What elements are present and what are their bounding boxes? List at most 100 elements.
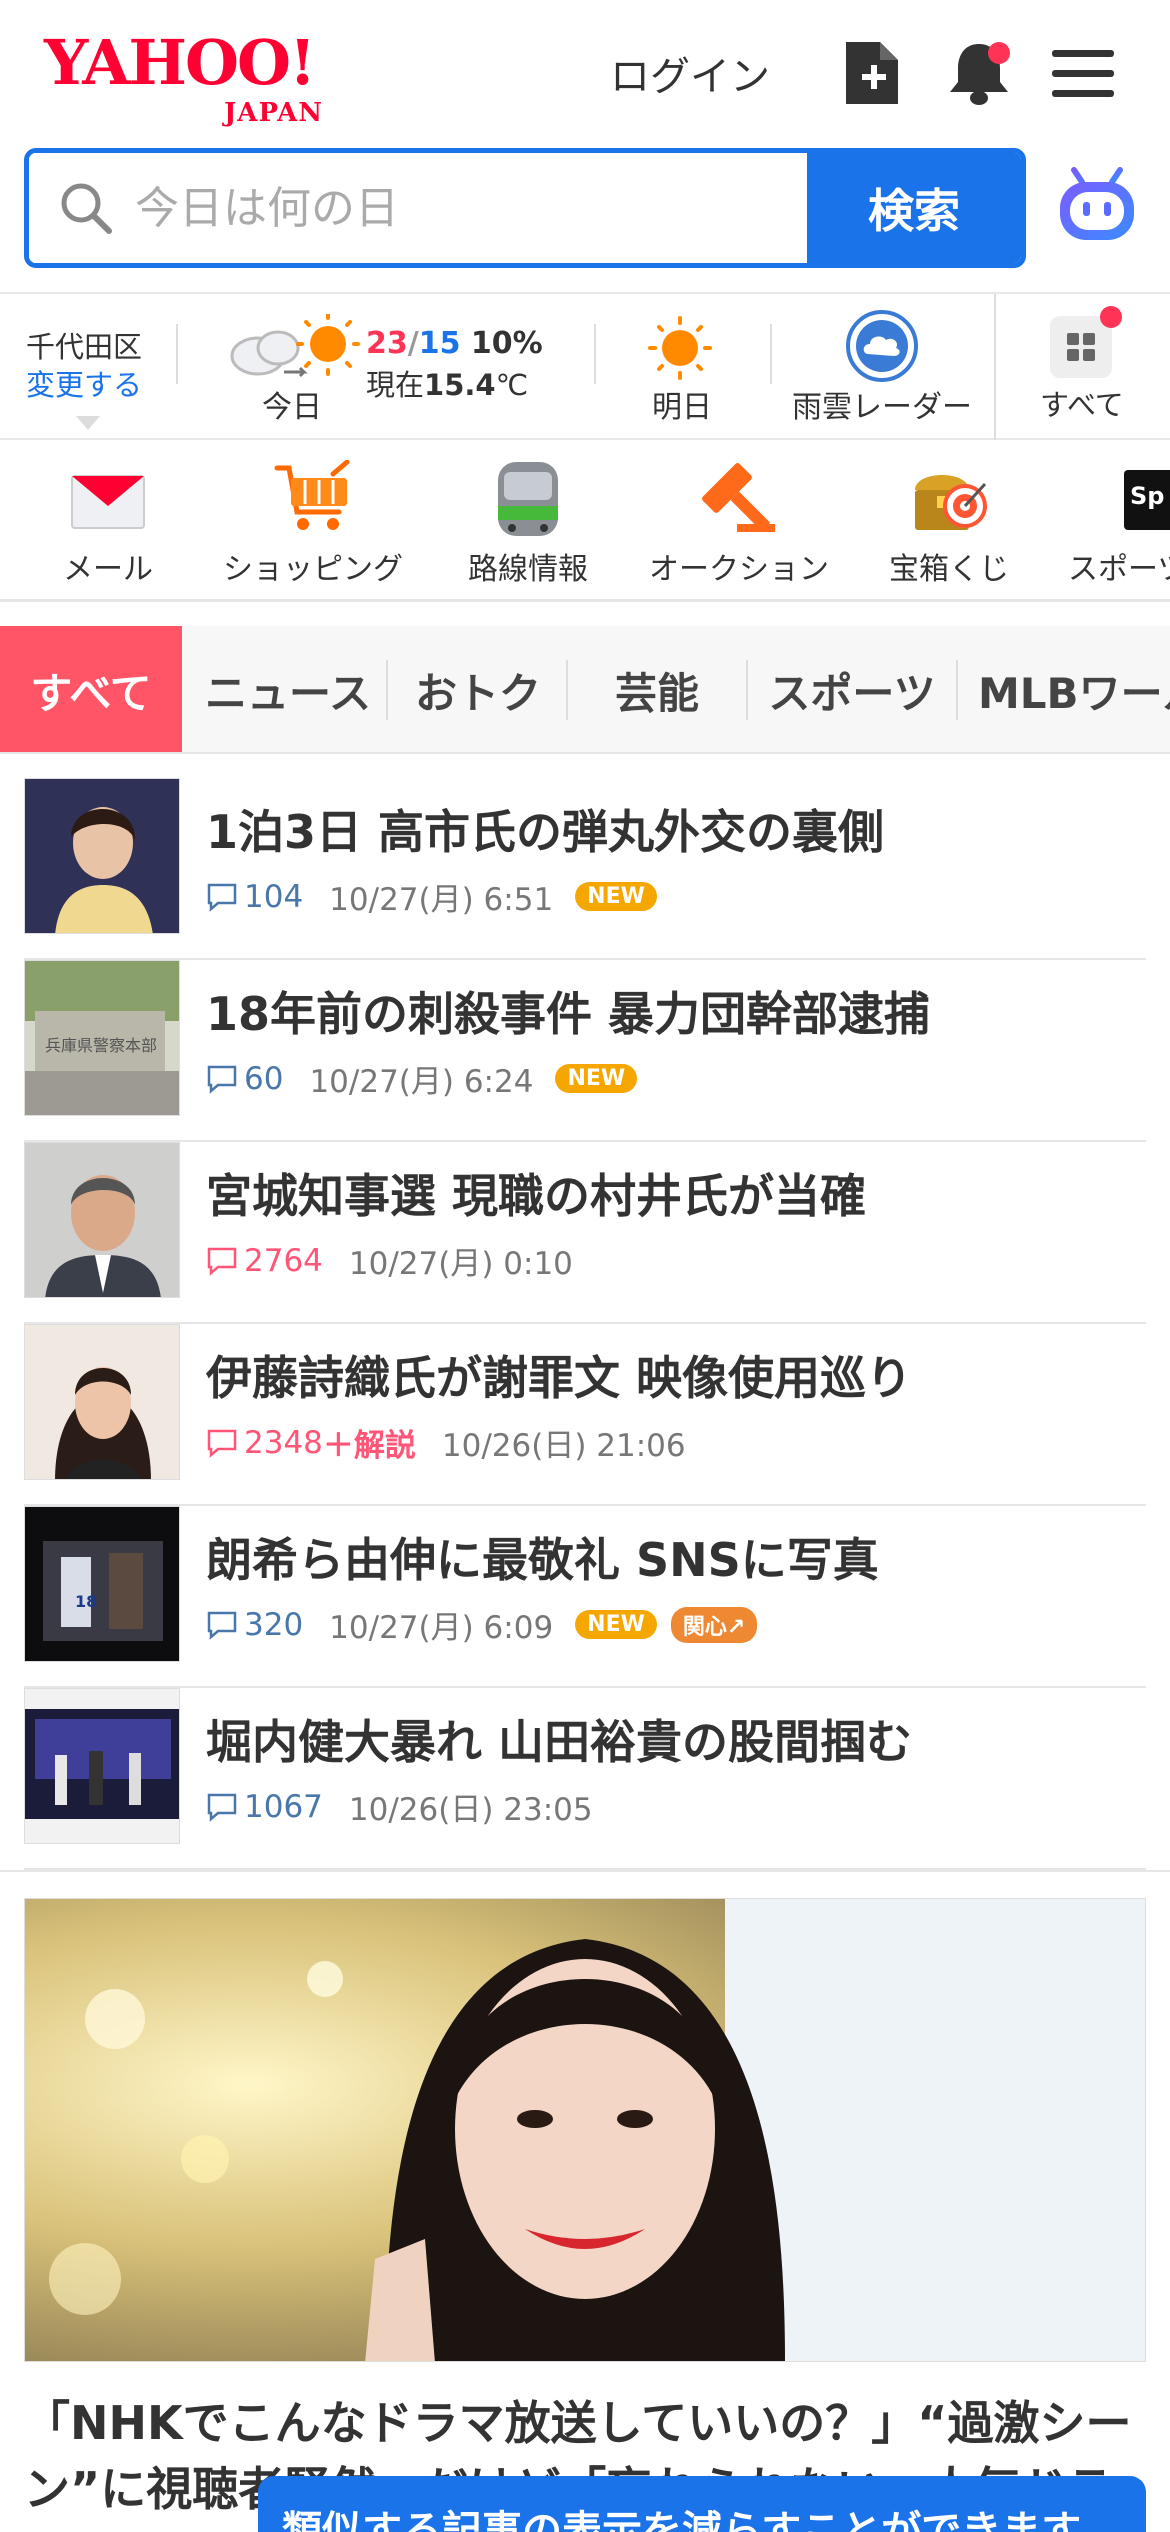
weather-bar: 千代田区 変更する 今日 23/15 10% 現在15.4℃ 明日 雨雲レーダー…	[0, 292, 1170, 440]
now-temp: 15.4	[424, 368, 496, 402]
search-input[interactable]	[135, 182, 755, 234]
comment-icon	[207, 883, 237, 912]
tab-divider	[386, 660, 388, 720]
comment-number: 2348	[244, 1424, 323, 1461]
section-divider	[0, 1870, 1170, 1872]
divider	[770, 324, 772, 384]
news-thumbnail	[24, 778, 180, 934]
tab-divider	[746, 660, 748, 720]
news-date: 10/26(日) 23:05	[348, 1792, 593, 1828]
comment-count[interactable]: 104	[206, 879, 303, 915]
news-item[interactable]: 伊藤詩織氏が謝罪文 映像使用巡り 2348 ＋解説 10/26(日) 21:06	[24, 1324, 1146, 1506]
current-temperature: 現在15.4℃	[366, 362, 528, 404]
news-title: 堀内健大暴れ 山田裕貴の股間掴む	[206, 1715, 913, 1769]
news-meta: 60 10/27(月) 6:24 NEW	[206, 1056, 638, 1101]
tab-deals[interactable]: おトク	[392, 626, 564, 752]
header: YAHOO! JAPAN ログイン	[0, 0, 1170, 140]
new-badge: NEW	[575, 882, 657, 911]
commentary-label: ＋解説	[322, 1428, 416, 1464]
news-item[interactable]: 18 朗希ら由伸に最敬礼 SNSに写真 320 10/27(月) 6:09 NE…	[24, 1506, 1146, 1688]
tab-sports[interactable]: スポーツ	[752, 626, 952, 752]
yahoo-japan-logo[interactable]: YAHOO! JAPAN	[44, 28, 364, 129]
tab-entertainment[interactable]: 芸能	[572, 626, 742, 752]
gavel-icon	[699, 460, 779, 538]
service-shopping[interactable]: ショッピング	[218, 459, 408, 588]
treasure-icon	[909, 460, 989, 538]
comment-icon	[207, 1247, 237, 1276]
service-label: オークション	[649, 552, 829, 587]
sports-icon: Sp	[1124, 460, 1170, 538]
service-sports[interactable]: Sp スポーツ	[1068, 460, 1170, 588]
service-mail[interactable]: メール	[48, 460, 168, 588]
tab-all[interactable]: すべて	[0, 626, 182, 752]
sunny-icon[interactable]	[646, 314, 714, 382]
featured-image[interactable]	[24, 1898, 1146, 2362]
comment-icon	[207, 1793, 237, 1822]
temp-separator: /	[407, 326, 419, 361]
comment-count[interactable]: 320	[206, 1607, 303, 1643]
all-services-icon[interactable]	[1050, 316, 1112, 378]
comment-count[interactable]: 2764	[206, 1243, 323, 1279]
divider	[176, 324, 178, 384]
search-button[interactable]: 検索	[807, 153, 1021, 263]
news-meta: 104 10/27(月) 6:51 NEW	[206, 874, 657, 919]
tab-news[interactable]: ニュース	[192, 626, 384, 752]
hamburger-menu-icon[interactable]	[1052, 38, 1114, 108]
service-lottery[interactable]: 宝箱くじ	[876, 460, 1022, 588]
news-date: 10/27(月) 6:24	[309, 1064, 534, 1100]
high-temp: 23	[366, 326, 408, 361]
change-location-link[interactable]: 変更する	[26, 366, 142, 404]
news-item[interactable]: 堀内健大暴れ 山田裕貴の股間掴む 1067 10/26(日) 23:05	[24, 1688, 1146, 1870]
low-temp: 15	[418, 326, 461, 361]
comment-number: 2764	[244, 1242, 323, 1279]
service-auction[interactable]: オークション	[646, 460, 832, 588]
all-label[interactable]: すべて	[1040, 382, 1124, 424]
precipitation: 10%	[470, 326, 543, 361]
notification-dot	[988, 42, 1010, 64]
today-label: 今日	[262, 390, 322, 425]
news-item[interactable]: 兵庫県警察本部 18年前の刺殺事件 暴力団幹部逮捕 60 10/27(月) 6:…	[24, 960, 1146, 1142]
comment-number: 104	[244, 878, 304, 915]
mail-icon	[68, 460, 148, 538]
news-date: 10/26(日) 21:06	[441, 1428, 686, 1464]
add-document-icon[interactable]	[840, 38, 904, 108]
logo-subtext: JAPAN	[224, 98, 324, 128]
search-bar: 検索	[24, 148, 1026, 268]
rain-radar-label[interactable]: 雨雲レーダー	[792, 382, 972, 426]
service-label: ショッピング	[223, 552, 403, 587]
service-transit[interactable]: 路線情報	[458, 460, 598, 588]
news-item[interactable]: 宮城知事選 現職の村井氏が当確 2764 10/27(月) 0:10	[24, 1142, 1146, 1324]
toast-message[interactable]: 類似する記事の表示を減らすことができます	[258, 2476, 1146, 2532]
news-thumbnail	[24, 1688, 180, 1844]
comment-number: 60	[244, 1060, 284, 1097]
bell-icon[interactable]	[944, 38, 1010, 108]
ai-assistant-icon[interactable]	[1056, 166, 1138, 248]
search-input-area[interactable]	[29, 153, 807, 263]
news-title: 朗希ら由伸に最敬礼 SNSに写真	[206, 1533, 879, 1587]
comment-count[interactable]: 60	[206, 1061, 283, 1097]
divider	[594, 324, 596, 384]
comment-icon	[207, 1611, 237, 1640]
weather-location[interactable]: 千代田区 変更する	[26, 328, 142, 404]
tab-mlb[interactable]: MLBワールド	[960, 626, 1170, 752]
news-meta: 320 10/27(月) 6:09 NEW 関心↗	[206, 1602, 758, 1647]
category-tabs: すべて ニュース おトク 芸能 スポーツ MLBワールド	[0, 626, 1170, 754]
comment-icon	[207, 1065, 237, 1094]
interest-badge: 関心↗	[670, 1606, 758, 1643]
comment-count[interactable]: 2348 ＋解説	[206, 1420, 416, 1465]
new-badge: NEW	[555, 1064, 638, 1093]
now-unit: ℃	[495, 368, 529, 402]
search-icon	[61, 183, 112, 234]
service-shortcuts: メール ショッピング 路線情報 オークション 宝箱くじ Sp スポー	[0, 442, 1170, 602]
service-label: 宝箱くじ	[889, 552, 1009, 587]
news-date: 10/27(月) 0:10	[348, 1246, 573, 1282]
news-thumbnail: 18	[24, 1506, 180, 1662]
news-meta: 1067 10/26(日) 23:05	[206, 1784, 593, 1829]
tomorrow-label[interactable]: 明日	[652, 382, 712, 426]
caret-down-icon	[76, 416, 100, 430]
login-link[interactable]: ログイン	[610, 44, 770, 102]
news-item[interactable]: 1泊3日 高市氏の弾丸外交の裏側 104 10/27(月) 6:51 NEW	[24, 778, 1146, 960]
rain-radar-icon[interactable]	[844, 308, 920, 384]
today-temperatures: 23/15 10%	[366, 326, 543, 361]
comment-count[interactable]: 1067	[206, 1789, 323, 1825]
